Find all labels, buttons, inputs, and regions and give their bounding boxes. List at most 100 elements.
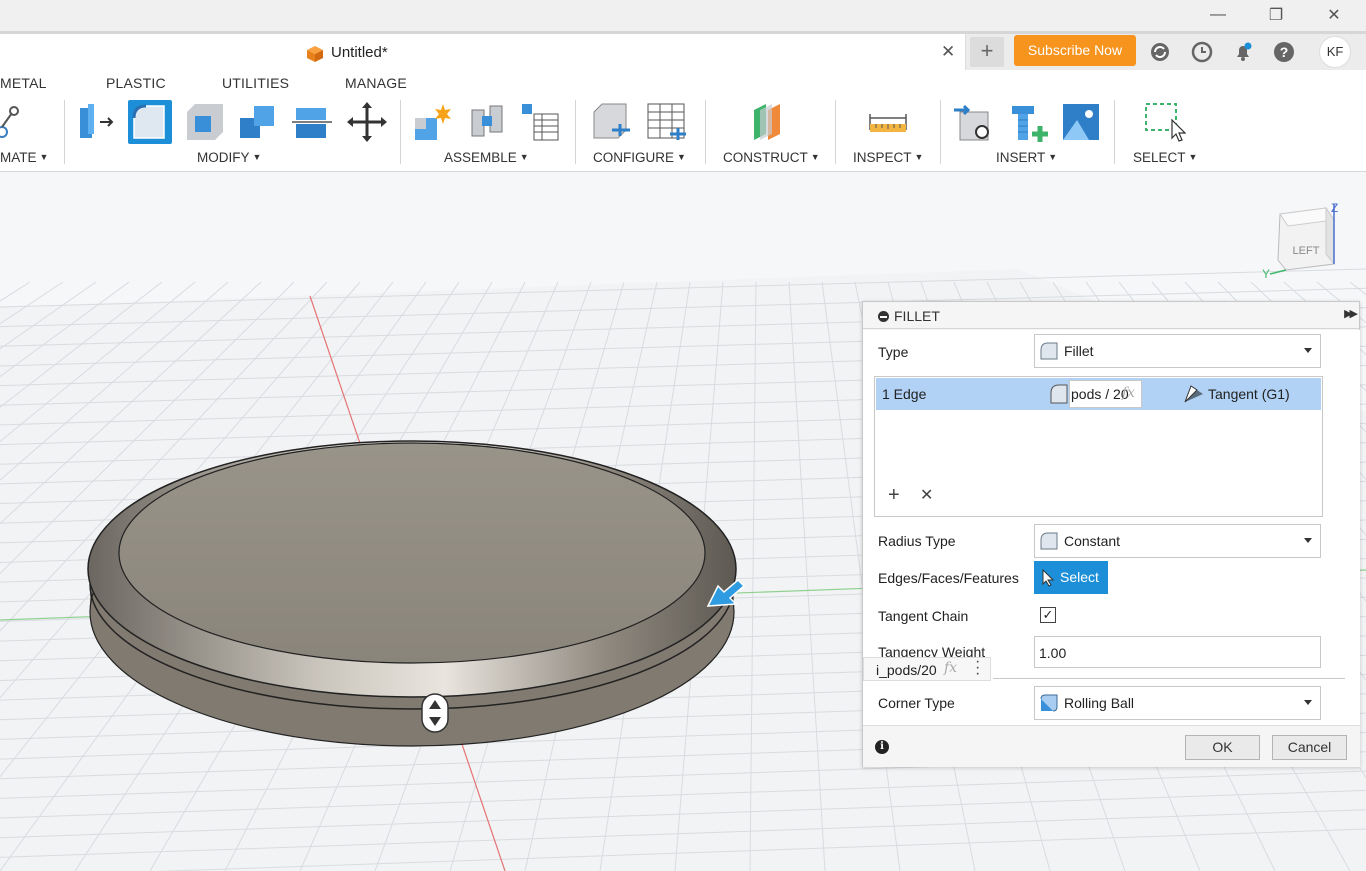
- insert-canvas-icon[interactable]: [1059, 100, 1103, 144]
- add-edge-button[interactable]: +: [888, 484, 900, 507]
- plus-icon: +: [980, 38, 994, 63]
- joint-icon[interactable]: [466, 100, 510, 144]
- chevron-down-icon: ▼: [39, 152, 49, 162]
- chevron-down-icon: ▼: [914, 152, 924, 162]
- edge-selection-list: 1 Edge pods / 20 fx Tangent (G1) + ✕: [874, 376, 1323, 517]
- window-select-icon[interactable]: [1142, 100, 1186, 144]
- configure-icon[interactable]: [590, 100, 634, 144]
- offset-plane-icon[interactable]: [748, 100, 792, 144]
- tangent-chain-checkbox[interactable]: ✓: [1040, 607, 1056, 623]
- chevron-down-icon: ▼: [252, 152, 262, 162]
- group-select[interactable]: SELECT ▼: [1133, 150, 1197, 165]
- collapse-icon[interactable]: [878, 311, 889, 322]
- z-axis-label: Z: [1331, 201, 1338, 215]
- measure-icon[interactable]: [866, 100, 910, 144]
- y-axis-label: Y: [1262, 267, 1270, 281]
- expand-panel-icon[interactable]: ▶▶: [1344, 307, 1358, 320]
- svg-text:?: ?: [1280, 44, 1289, 60]
- chevron-down-icon: ▼: [810, 152, 820, 162]
- fx-icon[interactable]: fx: [1122, 385, 1135, 401]
- dialog-header[interactable]: FILLET ▶▶: [863, 302, 1359, 329]
- divider: [400, 100, 401, 164]
- divider: [705, 100, 706, 164]
- corner-type-value: Rolling Ball: [1064, 695, 1135, 711]
- divider: [575, 100, 576, 164]
- edges-faces-label: Edges/Faces/Features: [878, 570, 1019, 586]
- divider: [835, 100, 836, 164]
- chevron-down-icon: [1304, 348, 1312, 353]
- group-construct[interactable]: CONSTRUCT ▼: [723, 150, 820, 165]
- tangent-chain-label: Tangent Chain: [878, 608, 969, 624]
- divider: [993, 678, 1345, 679]
- corner-type-label: Corner Type: [878, 695, 955, 711]
- combine-icon[interactable]: [236, 100, 280, 144]
- press-pull-icon[interactable]: [76, 100, 120, 144]
- chevron-down-icon: ▼: [519, 152, 529, 162]
- cancel-button[interactable]: Cancel: [1272, 735, 1347, 760]
- help-icon[interactable]: ?: [1272, 40, 1296, 64]
- shell-icon[interactable]: [183, 100, 227, 144]
- view-cube[interactable]: LEFT Z Y: [1258, 198, 1348, 284]
- disc-body[interactable]: [87, 440, 737, 747]
- group-insert[interactable]: INSERT ▼: [996, 150, 1057, 165]
- document-tab[interactable]: Untitled* ✕: [0, 34, 966, 70]
- radius-type-label: Radius Type: [878, 533, 956, 549]
- ribbon-toolbar: METAL PLASTIC UTILITIES MANAGE MATE ▼ MO…: [0, 70, 1366, 172]
- document-tab-bar: Untitled* ✕ + Subscribe Now ? KF: [0, 31, 1366, 70]
- remove-edge-button[interactable]: ✕: [920, 485, 933, 505]
- insert-derive-icon[interactable]: [952, 100, 996, 144]
- ok-button[interactable]: OK: [1185, 735, 1260, 760]
- tab-manage[interactable]: MANAGE: [345, 75, 407, 91]
- group-modify[interactable]: MODIFY ▼: [197, 150, 261, 165]
- close-window-button[interactable]: ✕: [1314, 4, 1354, 26]
- continuity-value[interactable]: Tangent (G1): [1208, 386, 1290, 402]
- type-dropdown[interactable]: Fillet: [1034, 334, 1321, 368]
- history-icon[interactable]: [1190, 40, 1214, 64]
- corner-type-dropdown[interactable]: Rolling Ball: [1034, 686, 1321, 720]
- divider: [940, 100, 941, 164]
- tab-utilities[interactable]: UTILITIES: [222, 75, 289, 91]
- info-icon[interactable]: i: [875, 740, 889, 754]
- subscribe-button[interactable]: Subscribe Now: [1014, 35, 1136, 66]
- user-avatar[interactable]: KF: [1319, 36, 1351, 68]
- dialog-footer: i OK Cancel: [863, 725, 1360, 767]
- bill-of-materials-icon[interactable]: [518, 100, 562, 144]
- group-inspect[interactable]: INSPECT ▼: [853, 150, 923, 165]
- configuration-table-icon[interactable]: [644, 100, 688, 144]
- divider: [64, 100, 65, 164]
- tangency-weight-input[interactable]: 1.00: [1034, 636, 1321, 668]
- tangent-continuity-icon: [1184, 385, 1203, 403]
- tab-plastic[interactable]: PLASTIC: [106, 75, 166, 91]
- minimize-button[interactable]: —: [1198, 4, 1238, 26]
- new-tab-button[interactable]: +: [970, 37, 1004, 67]
- insert-mcmaster-icon[interactable]: [1006, 100, 1050, 144]
- radius-type-value: Constant: [1064, 533, 1121, 549]
- fillet-tool-button[interactable]: [128, 100, 172, 144]
- offset-face-icon[interactable]: [290, 100, 334, 144]
- floating-expression-value: i_pods/20: [876, 662, 937, 678]
- tab-sheet-metal[interactable]: METAL: [0, 75, 47, 91]
- view-cube-face-label: LEFT: [1293, 245, 1320, 257]
- chevron-down-icon: ▼: [1048, 152, 1058, 162]
- notifications-icon[interactable]: [1231, 40, 1255, 64]
- automate-icon[interactable]: [0, 100, 38, 144]
- group-automate[interactable]: MATE ▼: [0, 150, 48, 165]
- close-tab-icon[interactable]: ✕: [941, 42, 955, 62]
- fillet-distance-manipulator[interactable]: [421, 693, 449, 733]
- design-file-icon: [307, 46, 323, 62]
- group-assemble[interactable]: ASSEMBLE ▼: [444, 150, 529, 165]
- select-edges-button[interactable]: Select: [1034, 561, 1108, 594]
- group-configure[interactable]: CONFIGURE ▼: [593, 150, 686, 165]
- floating-expression-input[interactable]: i_pods/20 fx: [863, 657, 991, 681]
- chevron-down-icon: [1304, 700, 1312, 705]
- move-icon[interactable]: [345, 100, 389, 144]
- restore-button[interactable]: ❐: [1256, 4, 1296, 26]
- new-component-icon[interactable]: [411, 100, 455, 144]
- radius-type-dropdown[interactable]: Constant: [1034, 524, 1321, 558]
- more-options-icon[interactable]: · · ·: [975, 654, 981, 682]
- check-icon: ✓: [1042, 607, 1054, 622]
- table-row[interactable]: 1 Edge pods / 20 fx Tangent (G1): [876, 378, 1321, 410]
- radius-expression-input[interactable]: pods / 20 fx: [1069, 380, 1142, 408]
- sync-icon[interactable]: [1148, 40, 1172, 64]
- fx-icon[interactable]: fx: [944, 660, 957, 676]
